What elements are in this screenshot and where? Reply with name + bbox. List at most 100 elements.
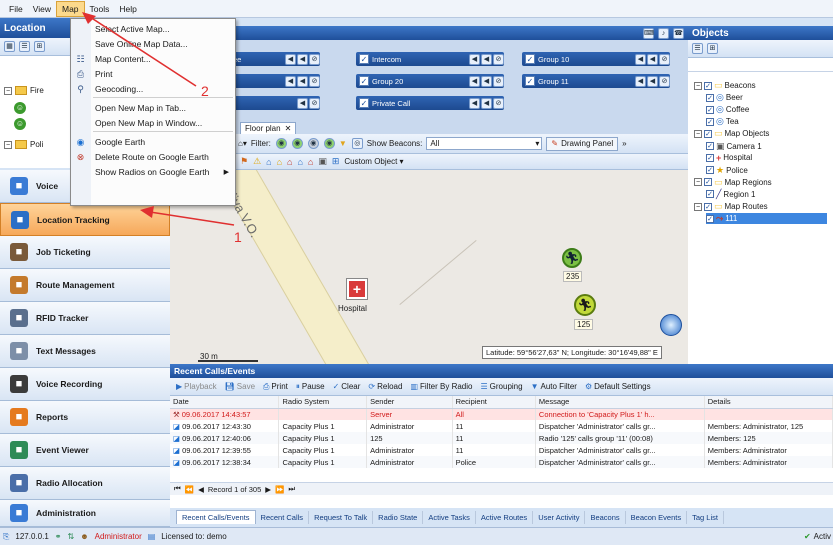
tree-node-hospital[interactable]: ✓ + Hospital <box>706 153 752 163</box>
column-header[interactable]: Recipient <box>452 396 536 409</box>
overflow-icon[interactable]: » <box>622 139 626 148</box>
tab-recent-calls-events[interactable]: Recent Calls/Events <box>176 510 256 524</box>
toolbar-default-settings-button[interactable]: ⚙ Default Settings <box>585 382 651 391</box>
menu-item-select-active-map[interactable]: Select Active Map... <box>71 22 235 36</box>
custom-object-button[interactable]: Custom Object ▾ <box>344 157 403 166</box>
tree-node-tea[interactable]: ✓ ◎ Tea <box>706 116 739 127</box>
nav-button-text-messages[interactable]: ■ Text Messages <box>0 335 170 368</box>
checkbox[interactable]: ✓ <box>706 190 714 199</box>
toolbar-grouping-button[interactable]: ☰ Grouping <box>480 382 522 391</box>
tree-node-police[interactable]: − Poli <box>4 140 43 149</box>
table-row[interactable]: ◪ 09.06.2017 12:39:55 Capacity Plus 1 Admin… <box>170 444 833 456</box>
compass-icon[interactable] <box>660 314 682 336</box>
table-row[interactable]: ◪ 09.06.2017 12:40:06 Capacity Plus 1 125 11… <box>170 432 833 444</box>
tree-node-camera-1[interactable]: ✓ ▣ Camera 1 <box>706 141 762 152</box>
menu-item-show-radios-on-google-earth[interactable]: Show Radios on Google Earth ▶ <box>71 165 235 179</box>
filter-radio-icon[interactable]: ◉ <box>307 138 319 149</box>
collapse-icon[interactable]: − <box>694 202 702 211</box>
toolbar-pause-button[interactable]: ⏸ Pause <box>296 382 325 392</box>
house-icon[interactable]: ⌂ <box>277 157 282 167</box>
radio-marker-icon[interactable]: 🏃︎ <box>574 294 596 316</box>
next-record-icon[interactable]: ▶ <box>265 485 271 494</box>
toolbar-filter-by-radio-button[interactable]: ▥ Filter By Radio <box>410 382 472 391</box>
tree-node-fire[interactable]: − Fire <box>4 86 44 95</box>
collapse-icon[interactable]: − <box>4 140 12 149</box>
call-group-10[interactable]: ✓ Group 10 ◀ ◀ ⊘ <box>522 52 670 66</box>
image-icon[interactable]: ▣ <box>318 156 327 167</box>
call-group-tile[interactable]: ◀ ⊘ <box>230 96 320 110</box>
nav-button-rfid-tracker[interactable]: ■ RFID Tracker <box>0 302 170 335</box>
nav-button-administration[interactable]: ■ Administration <box>0 500 170 527</box>
menu-file[interactable]: File <box>4 2 28 16</box>
menu-help[interactable]: Help <box>114 2 141 16</box>
column-header[interactable]: Sender <box>366 396 453 409</box>
tree-node-map-objects[interactable]: − ✓ ▭ Map Objects <box>694 128 769 139</box>
tree-node-map-regions[interactable]: − ✓ ▭ Map Regions <box>694 177 772 188</box>
radio-marker-icon[interactable]: 🏃︎ <box>562 248 582 268</box>
warning-icon[interactable]: ⚠ <box>253 156 261 167</box>
radio-icon[interactable]: ☺ <box>14 118 26 130</box>
toolbar-reload-button[interactable]: ⟳ Reload <box>368 382 402 391</box>
menu-map[interactable]: Map <box>55 0 85 17</box>
nav-button-voice-recording[interactable]: ■ Voice Recording <box>0 368 170 401</box>
checkbox[interactable]: ✓ <box>706 105 714 114</box>
checkbox[interactable]: ✓ <box>706 214 714 223</box>
checkbox[interactable]: ✓ <box>706 117 714 126</box>
next-page-icon[interactable]: ⏩ <box>275 485 284 494</box>
nav-button-job-ticketing[interactable]: ■ Job Ticketing <box>0 236 170 269</box>
menu-tools[interactable]: Tools <box>85 2 115 16</box>
collapse-icon[interactable]: − <box>694 178 702 187</box>
call-group-tile[interactable]: ◀ ◀ ⊘ <box>230 74 320 88</box>
house-icon[interactable]: ⌂ <box>287 157 292 167</box>
list-view-icon[interactable]: ☰ <box>19 41 30 52</box>
menu-item-map-content[interactable]: ☷ Map Content... <box>71 52 235 66</box>
menu-item-print[interactable]: ⎙ Print <box>71 67 235 81</box>
house-icon[interactable]: ⌂ <box>308 157 313 167</box>
nav-button-radio-allocation[interactable]: ■ Radio Allocation <box>0 467 170 500</box>
checkbox[interactable]: ✓ <box>525 76 535 86</box>
checkbox[interactable]: ✓ <box>704 178 712 187</box>
tree-view-icon[interactable]: ⊞ <box>707 43 718 54</box>
toolbar-auto-filter-button[interactable]: ▼ Auto Filter <box>531 382 577 391</box>
call-group-tile[interactable]: ee ◀ ◀ ⊘ <box>230 52 320 66</box>
expand-icon[interactable]: ▦ <box>4 41 15 52</box>
filter-radio-icon[interactable]: ◉ <box>275 138 287 149</box>
table-row[interactable]: ◪ 09.06.2017 12:38:34 Capacity Plus 1 Admin… <box>170 456 833 468</box>
menu-item-geocoding[interactable]: ⚲ Geocoding... <box>71 82 235 96</box>
map-canvas[interactable]: liya V.O. + Hospital 🏃︎ 235 🏃︎ 125 30 m … <box>170 170 688 364</box>
checkbox[interactable]: ✓ <box>359 98 369 108</box>
call-group-11[interactable]: ✓ Group 11 ◀ ◀ ⊘ <box>522 74 670 88</box>
toolbar-clear-button[interactable]: ✓ Clear <box>333 382 361 391</box>
checkbox[interactable]: ✓ <box>706 153 714 162</box>
column-header[interactable]: Radio System <box>278 396 368 409</box>
house-icon[interactable]: ⌂ <box>297 157 302 167</box>
tab-recent-calls[interactable]: Recent Calls <box>256 510 310 524</box>
checkbox[interactable]: ✓ <box>359 76 369 86</box>
toolbar-print-button[interactable]: ⎙ Print <box>263 382 288 392</box>
filter-radio-icon[interactable]: ◉ <box>291 138 303 149</box>
call-group-20[interactable]: ✓ Group 20 ◀ ◀ ⊘ <box>356 74 504 88</box>
tree-node-police[interactable]: ✓ ★ Police <box>706 165 748 176</box>
tab-request-to-talk[interactable]: Request To Talk <box>309 510 374 524</box>
call-group-private[interactable]: ✓ Private Call ◀ ◀ ⊘ <box>356 96 504 110</box>
table-row[interactable]: ◪ 09.06.2017 12:43:30 Capacity Plus 1 Admin… <box>170 420 833 432</box>
checkbox[interactable]: ✓ <box>359 54 369 64</box>
column-header[interactable]: Details <box>704 396 833 409</box>
first-record-icon[interactable]: ⏮ <box>174 484 181 494</box>
checkbox[interactable]: ✓ <box>704 129 712 138</box>
toolbar-save-button[interactable]: 💾︎ Save <box>225 382 255 391</box>
menu-item-open-new-map-in-window[interactable]: Open New Map in Window... <box>71 116 235 130</box>
keyboard-icon[interactable]: ⌨ <box>643 27 654 39</box>
menu-item-delete-route-on-google-earth[interactable]: ⊗ Delete Route on Google Earth <box>71 150 235 164</box>
house-icon[interactable]: ⌂ <box>266 157 271 167</box>
drawing-panel-button[interactable]: ✎ Drawing Panel <box>546 136 619 151</box>
tree-node-111[interactable]: ✓ ⤳ 111 <box>706 213 827 225</box>
tab-radio-state[interactable]: Radio State <box>373 510 424 524</box>
list-view-icon[interactable]: ☰ <box>692 43 703 54</box>
beacon-icon[interactable]: ◎ <box>351 138 363 149</box>
tree-node-coffee[interactable]: ✓ ◎ Coffee <box>706 104 749 115</box>
collapse-icon[interactable]: − <box>694 81 702 90</box>
tab-active-tasks[interactable]: Active Tasks <box>423 510 476 524</box>
menu-view[interactable]: View <box>28 2 56 16</box>
home-icon[interactable]: ⌂▾ <box>238 139 247 148</box>
